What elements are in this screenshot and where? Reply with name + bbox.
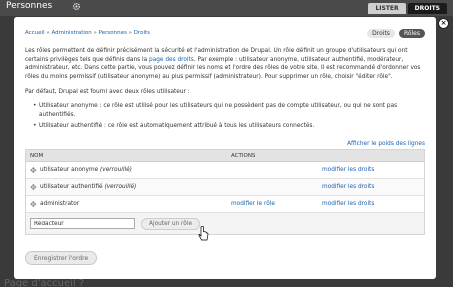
drag-handle-icon[interactable]: ✥ bbox=[26, 200, 40, 209]
show-row-weights-link[interactable]: Afficher le poids des lignes bbox=[347, 141, 425, 147]
edit-permissions-link[interactable]: modifier les droits bbox=[322, 167, 374, 173]
role-name: utilisateur authentifié (verrouillé) bbox=[40, 184, 231, 190]
list-item: Utilisateur anonyme : ce rôle est utilis… bbox=[33, 102, 425, 119]
background-tabs: LISTER DROITS bbox=[368, 3, 447, 14]
table-row: ✥ utilisateur anonyme (verrouillé) modif… bbox=[26, 162, 424, 179]
overlay-content: Les rôles permettent de définir précisém… bbox=[25, 47, 425, 133]
tab-roles[interactable]: Rôles bbox=[398, 29, 425, 38]
save-order-button[interactable]: Enregistrer l'ordre bbox=[25, 251, 98, 265]
breadcrumb-droits[interactable]: Droits bbox=[134, 30, 150, 36]
table-row: ✥ administrator modifier le rôle modifie… bbox=[26, 196, 424, 213]
tab-droits[interactable]: DROITS bbox=[407, 3, 447, 14]
close-icon[interactable]: × bbox=[438, 18, 449, 29]
list-item: Utilisateur authentifié : ce rôle est au… bbox=[33, 122, 425, 131]
gear-icon[interactable] bbox=[72, 2, 81, 11]
background-title: Personnes bbox=[6, 1, 53, 11]
overlay-header: Accueil » Administration » Personnes » D… bbox=[14, 17, 436, 47]
breadcrumb-accueil[interactable]: Accueil bbox=[25, 30, 45, 36]
edit-role-link[interactable]: modifier le rôle bbox=[231, 201, 322, 207]
locked-note: (verrouillé) bbox=[100, 167, 132, 173]
breadcrumb-separator: » bbox=[46, 30, 50, 36]
add-role-row: Ajouter un rôle bbox=[26, 213, 424, 234]
new-role-name-input[interactable] bbox=[30, 218, 135, 229]
drag-handle-icon[interactable]: ✥ bbox=[26, 183, 40, 192]
table-row: ✥ utilisateur authentifié (verrouillé) m… bbox=[26, 179, 424, 196]
breadcrumb: Accueil » Administration » Personnes » D… bbox=[25, 30, 150, 36]
overlay-tabs: Droits Rôles bbox=[367, 29, 425, 38]
default-roles-list: Utilisateur anonyme : ce rôle est utilis… bbox=[33, 102, 425, 130]
column-header-name: NOM bbox=[30, 152, 44, 159]
overlay-dialog: Accueil » Administration » Personnes » D… bbox=[14, 17, 436, 279]
edit-permissions-link[interactable]: modifier les droits bbox=[322, 201, 374, 207]
breadcrumb-administration[interactable]: Administration bbox=[52, 30, 92, 36]
intro-paragraph: Les rôles permettent de définir précisém… bbox=[25, 47, 425, 82]
role-name-text: administrator bbox=[40, 201, 80, 207]
role-name-text: utilisateur authentifié bbox=[40, 184, 103, 190]
mouse-pointer-icon bbox=[198, 226, 209, 241]
breadcrumb-separator: » bbox=[93, 30, 97, 36]
role-name: administrator bbox=[40, 201, 231, 207]
tab-droits-secondary[interactable]: Droits bbox=[367, 29, 395, 38]
background-toolbar: Personnes LISTER DROITS bbox=[0, 0, 453, 16]
roles-table: NOM ACTIONS ✥ utilisateur anonyme (verro… bbox=[25, 149, 425, 235]
drag-handle-icon[interactable]: ✥ bbox=[26, 166, 40, 175]
role-name-text: utilisateur anonyme bbox=[40, 167, 99, 173]
default-roles-intro: Par défaut, Drupal est fourni avec deux … bbox=[25, 88, 190, 95]
table-header: NOM ACTIONS bbox=[26, 150, 424, 162]
permissions-page-link[interactable]: page des droits bbox=[149, 57, 194, 63]
edit-permissions-link[interactable]: modifier les droits bbox=[322, 184, 374, 190]
breadcrumb-separator: » bbox=[128, 30, 132, 36]
breadcrumb-personnes[interactable]: Personnes bbox=[99, 30, 127, 36]
add-role-button[interactable]: Ajouter un rôle bbox=[141, 217, 201, 230]
locked-note: (verrouillé) bbox=[104, 184, 137, 190]
column-header-actions: ACTIONS bbox=[231, 152, 256, 159]
tab-lister[interactable]: LISTER bbox=[368, 3, 406, 14]
background-bottom-text: Page d'accueil ? bbox=[4, 278, 85, 287]
role-name: utilisateur anonyme (verrouillé) bbox=[40, 167, 231, 173]
